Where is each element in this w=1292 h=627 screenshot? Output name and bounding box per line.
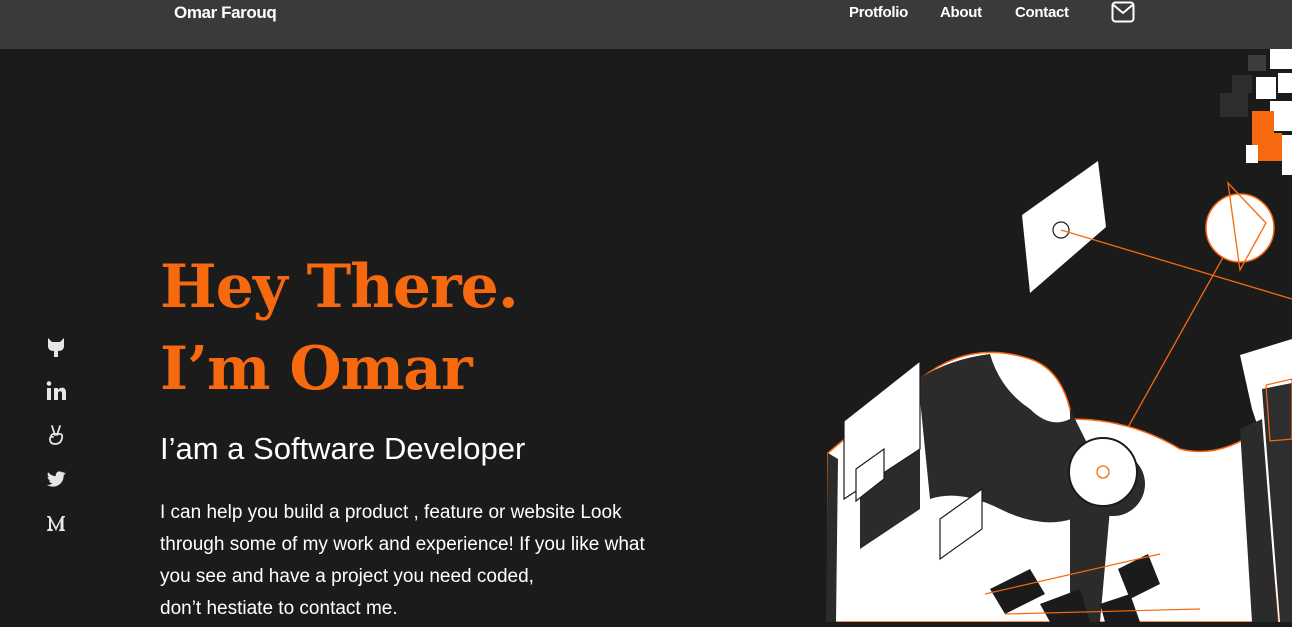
twitter-icon[interactable] (44, 467, 68, 491)
pixel-cluster (1220, 49, 1292, 175)
description-line: I can help you build a product , feature… (160, 502, 622, 523)
top-navbar: Omar Farouq Protfolio About Contact (0, 0, 1292, 49)
nav-link-about[interactable]: About (940, 4, 982, 21)
hero-title: Hey There. I’m Omar (160, 246, 519, 410)
nav-link-portfolio[interactable]: Protfolio (849, 4, 908, 21)
mail-icon[interactable] (1111, 1, 1135, 23)
description-line: through some of my work and experience! … (160, 534, 645, 555)
description-line: you see and have a project you need code… (160, 566, 534, 587)
angellist-icon[interactable] (44, 423, 68, 447)
github-icon[interactable] (44, 335, 68, 359)
hero-title-line-1: Hey There. (160, 252, 519, 322)
medium-icon[interactable] (44, 511, 68, 535)
description-line: don’t hestiate to contact me. (160, 598, 398, 619)
linkedin-icon[interactable] (44, 379, 68, 403)
hero-illustration (800, 49, 1292, 623)
nav-link-contact[interactable]: Contact (1015, 4, 1069, 21)
hero-title-line-2: I’m Omar (160, 334, 473, 404)
brand-name[interactable]: Omar Farouq (174, 3, 277, 23)
hero-subtitle: I’am a Software Developer (160, 431, 526, 466)
hero-description: I can help you build a product , feature… (160, 497, 700, 625)
